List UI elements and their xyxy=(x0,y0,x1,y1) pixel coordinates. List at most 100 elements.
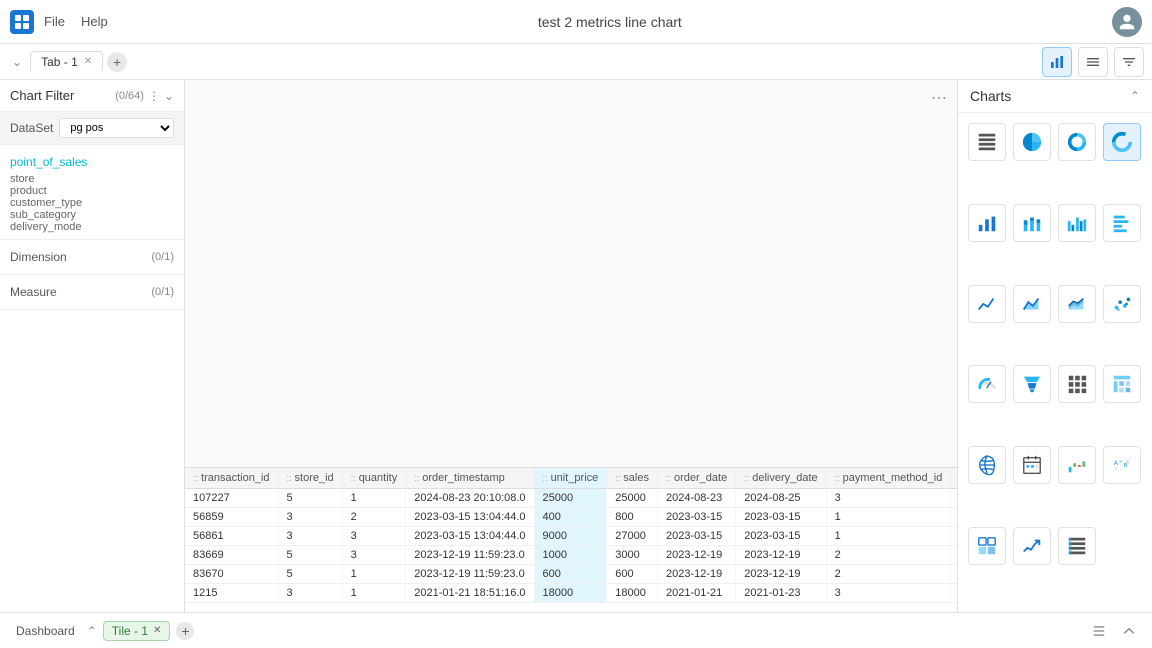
tab-arrow-down[interactable]: ⌄ xyxy=(8,53,26,71)
table-header-row: ::transaction_id ::store_id ::quantity :… xyxy=(185,468,957,489)
right-sidebar: Charts ⌃ xyxy=(957,80,1152,612)
chart-calendar[interactable] xyxy=(1013,446,1051,484)
chart-line[interactable] xyxy=(968,285,1006,323)
table-item-product: product xyxy=(10,185,174,197)
tile-add-button[interactable]: + xyxy=(176,622,194,640)
chart-filter-count: (0/64) xyxy=(115,90,144,102)
charts-grid: AaBbC xyxy=(958,113,1152,612)
table-cell: 1215 xyxy=(185,584,278,603)
filter-more-icon[interactable]: ⋮ xyxy=(148,89,160,103)
chart-gauge[interactable] xyxy=(968,365,1006,403)
filter-chevron-icon[interactable]: ⌄ xyxy=(164,89,174,103)
point-of-sales-link[interactable]: point_of_sales xyxy=(10,155,174,169)
table-cell: 2023-03-15 xyxy=(657,508,735,527)
chart-pivot[interactable] xyxy=(1103,365,1141,403)
tile-1-tab[interactable]: Tile - 1 ✕ xyxy=(103,621,171,641)
bar-chart-icon-btn[interactable] xyxy=(1042,47,1072,77)
chart-area-stacked[interactable] xyxy=(1058,285,1096,323)
left-sidebar: Chart Filter (0/64) ⋮ ⌄ DataSet pg pos p… xyxy=(0,80,185,612)
chart-trend[interactable] xyxy=(1013,527,1051,565)
menu-file[interactable]: File xyxy=(44,14,65,29)
table-item-sub-category: sub_category xyxy=(10,209,174,221)
filter-header-icons: ⋮ ⌄ xyxy=(148,89,174,103)
col-order-date[interactable]: ::order_date xyxy=(657,468,735,489)
chart-donut[interactable] xyxy=(1058,123,1096,161)
table-cell: 1 xyxy=(342,565,406,584)
table-cell: 2021-01-21 18:51:16.0 xyxy=(406,584,534,603)
charts-title: Charts xyxy=(970,88,1130,104)
chart-table[interactable] xyxy=(968,123,1006,161)
user-avatar[interactable] xyxy=(1112,7,1142,37)
dashboard-button[interactable]: Dashboard xyxy=(10,622,81,640)
chart-kpi-map[interactable] xyxy=(968,527,1006,565)
chart-area-more[interactable]: ⋯ xyxy=(931,88,947,108)
center-content: ⋯ ::transaction_id ::store_id ::quantity… xyxy=(185,80,957,612)
table-cell: 1000 xyxy=(534,546,607,565)
table-cell: 2023-12-19 11:59:23.0 xyxy=(406,565,534,584)
table-cell: 2023-03-15 13:04:44.0 xyxy=(406,527,534,546)
table-item-store: store xyxy=(10,173,174,185)
tab-1[interactable]: Tab - 1 ✕ xyxy=(30,51,103,73)
chart-grid-matrix[interactable] xyxy=(1058,365,1096,403)
col-payment-method-id[interactable]: ::payment_method_id xyxy=(826,468,951,489)
charts-chevron-icon[interactable]: ⌃ xyxy=(1130,89,1140,103)
chart-funnel[interactable] xyxy=(1013,365,1051,403)
table-cell: 2023-03-15 xyxy=(736,508,826,527)
svg-text:C: C xyxy=(1127,460,1130,464)
filter-icon-btn[interactable] xyxy=(1114,47,1144,77)
col-sales[interactable]: ::sales xyxy=(607,468,658,489)
col-transaction-id[interactable]: ::transaction_id xyxy=(185,468,278,489)
table-cell: 600 xyxy=(607,565,658,584)
table-cell: 5 xyxy=(278,489,342,508)
chart-geo[interactable] xyxy=(968,446,1006,484)
chart-filter-header: Chart Filter (0/64) ⋮ ⌄ xyxy=(0,80,184,112)
table-cell: 3 xyxy=(826,489,951,508)
table-cell: 56859 xyxy=(185,508,278,527)
chart-cross-table[interactable] xyxy=(1058,527,1096,565)
bottom-list-icon[interactable] xyxy=(1086,618,1112,644)
chart-waterfall[interactable] xyxy=(1058,446,1096,484)
table-cell: 25000 xyxy=(534,489,607,508)
svg-text:b: b xyxy=(1115,467,1117,471)
table-cell: 3 xyxy=(278,584,342,603)
table-row: 1215312021-01-21 18:51:16.01800018000202… xyxy=(185,584,957,603)
chart-bar-grouped[interactable] xyxy=(1058,204,1096,242)
chart-scatter[interactable] xyxy=(1103,285,1141,323)
col-delivery-date[interactable]: ::delivery_date xyxy=(736,468,826,489)
col-unit-price[interactable]: ::unit_price xyxy=(534,468,607,489)
chart-h-bar[interactable] xyxy=(1103,204,1141,242)
settings-icon-btn[interactable] xyxy=(1078,47,1108,77)
table-cell: 2023-03-15 13:04:44.0 xyxy=(406,508,534,527)
table-cell: 400 xyxy=(534,508,607,527)
col-store-id[interactable]: ::store_id xyxy=(278,468,342,489)
chart-bar-stacked[interactable] xyxy=(1013,204,1051,242)
table-cell: 3 xyxy=(342,546,406,565)
table-cell: 2021-01-23 xyxy=(736,584,826,603)
table-cell: 2 xyxy=(342,508,406,527)
table-cell: 5 xyxy=(278,546,342,565)
bottom-chevron-up-icon[interactable] xyxy=(1116,618,1142,644)
tile-1-close[interactable]: ✕ xyxy=(153,625,161,636)
table-cell: 2023-12-19 xyxy=(657,546,735,565)
table-cell: 800 xyxy=(607,508,658,527)
chart-ring-pie[interactable] xyxy=(1103,123,1141,161)
chart-word-cloud[interactable]: AaBbC xyxy=(1103,446,1141,484)
charts-header: Charts ⌃ xyxy=(958,80,1152,113)
chart-bar[interactable] xyxy=(968,204,1006,242)
tab-bar: ⌄ Tab - 1 ✕ + xyxy=(0,44,1152,80)
col-order-timestamp[interactable]: ::order_timestamp xyxy=(406,468,534,489)
tab-1-close[interactable]: ✕ xyxy=(84,56,92,67)
main-content: Chart Filter (0/64) ⋮ ⌄ DataSet pg pos p… xyxy=(0,80,1152,612)
page-title: test 2 metrics line chart xyxy=(118,14,1102,30)
col-product-id[interactable]: ::product_id xyxy=(951,468,957,489)
table-cell: 1 xyxy=(342,584,406,603)
chart-pie[interactable] xyxy=(1013,123,1051,161)
dataset-select[interactable]: pg pos xyxy=(59,118,174,138)
menu-help[interactable]: Help xyxy=(81,14,108,29)
chart-area[interactable] xyxy=(1013,285,1051,323)
table-row: 56859322023-03-15 13:04:44.04008002023-0… xyxy=(185,508,957,527)
table-cell: 600 xyxy=(534,565,607,584)
tab-add-button[interactable]: + xyxy=(107,52,127,72)
dimension-section: Dimension (0/1) xyxy=(0,240,184,275)
col-quantity[interactable]: ::quantity xyxy=(342,468,406,489)
